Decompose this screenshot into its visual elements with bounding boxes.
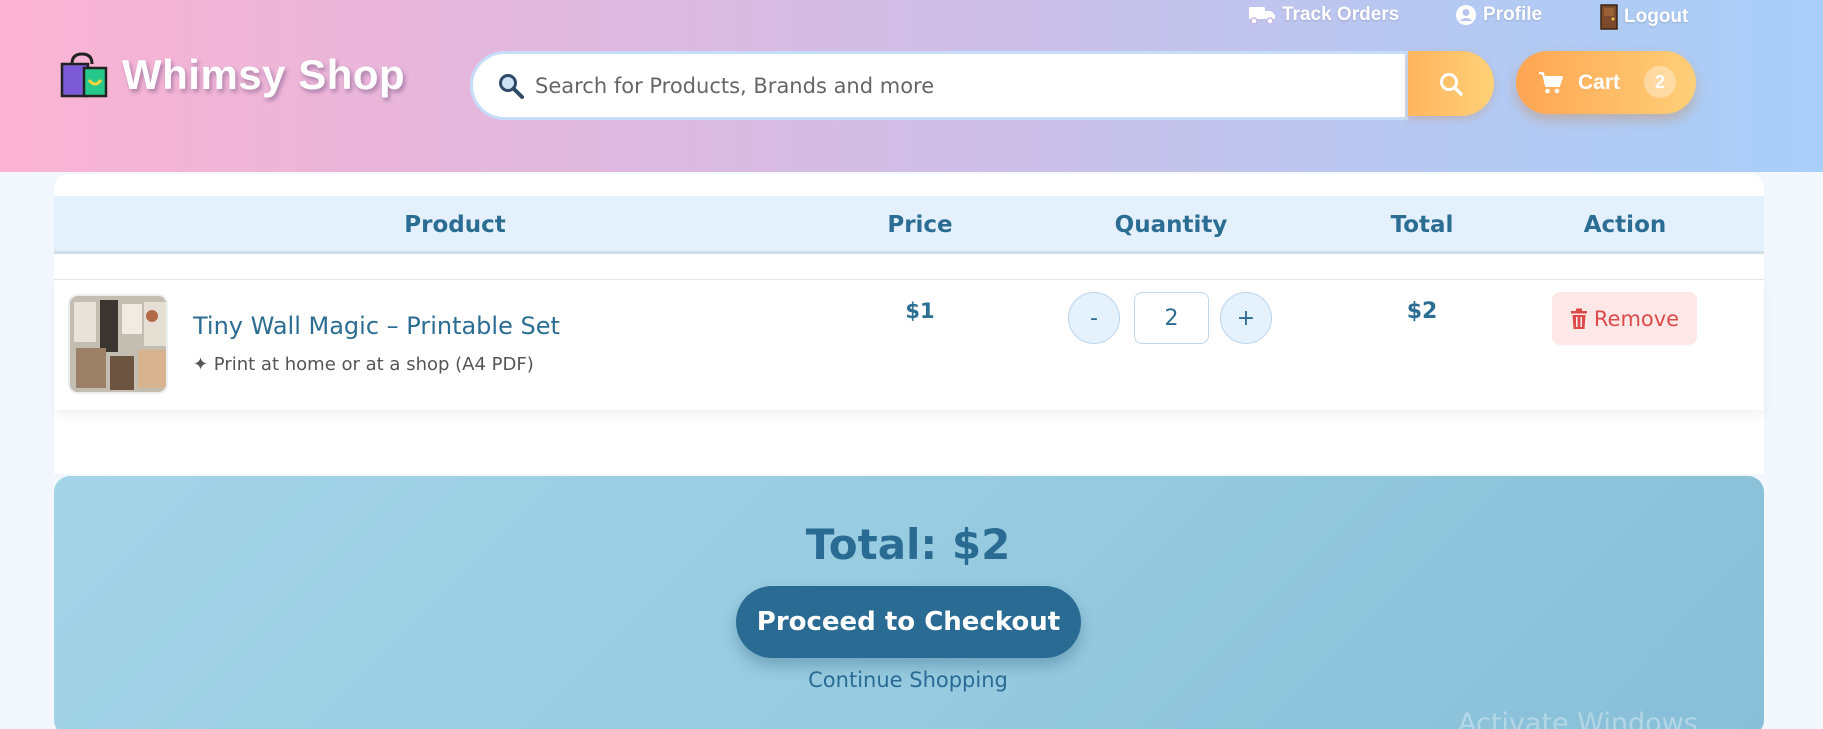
row-total: $2 bbox=[1406, 299, 1438, 324]
shopping-bag-icon bbox=[60, 52, 108, 98]
quantity-input[interactable] bbox=[1134, 292, 1209, 344]
activate-windows-watermark: Activate Windows bbox=[1458, 708, 1698, 729]
column-header-quantity: Quantity bbox=[1114, 212, 1228, 238]
search-input[interactable] bbox=[535, 73, 1355, 98]
search-bar bbox=[470, 51, 1408, 120]
track-orders-label: Track Orders bbox=[1282, 4, 1400, 25]
search-icon bbox=[499, 73, 524, 99]
column-header-total: Total bbox=[1390, 212, 1454, 238]
grand-total: Total: $2 bbox=[805, 520, 1011, 569]
product-name-link[interactable]: Tiny Wall Magic – Printable Set bbox=[193, 312, 560, 340]
site-header: Whimsy Shop Track Orders Profile Logout … bbox=[0, 0, 1823, 172]
column-header-product: Product bbox=[404, 212, 506, 238]
column-header-price: Price bbox=[887, 212, 953, 238]
shopping-cart-icon bbox=[1539, 71, 1563, 93]
logo[interactable]: Whimsy Shop bbox=[58, 50, 405, 100]
product-image bbox=[70, 296, 166, 392]
track-orders-link[interactable]: Track Orders bbox=[1248, 4, 1399, 26]
product-subtitle: ✦ Print at home or at a shop (A4 PDF) bbox=[193, 354, 534, 375]
product-thumbnail[interactable] bbox=[68, 294, 168, 394]
continue-shopping-link[interactable]: Continue Shopping bbox=[808, 668, 1008, 692]
cart-label: Cart bbox=[1578, 70, 1621, 94]
remove-label: Remove bbox=[1593, 306, 1680, 331]
column-header-action: Action bbox=[1583, 212, 1667, 238]
remove-button[interactable]: Remove bbox=[1552, 292, 1697, 345]
product-price: $1 bbox=[905, 299, 935, 323]
cart-button[interactable]: Cart 2 bbox=[1516, 51, 1696, 114]
logout-label: Logout bbox=[1624, 6, 1689, 27]
logout-link[interactable]: Logout bbox=[1600, 4, 1688, 30]
cart-table-header: Product Price Quantity Total Action bbox=[54, 196, 1764, 254]
door-icon bbox=[1600, 4, 1618, 30]
order-summary: Total: $2 Proceed to Checkout Continue S… bbox=[54, 476, 1764, 729]
profile-label: Profile bbox=[1483, 4, 1543, 25]
truck-icon bbox=[1249, 7, 1275, 25]
search-button[interactable] bbox=[1408, 51, 1494, 116]
magnifier-icon bbox=[1440, 72, 1463, 96]
checkout-button[interactable]: Proceed to Checkout bbox=[736, 586, 1081, 658]
profile-link[interactable]: Profile bbox=[1455, 4, 1542, 26]
brand-name: Whimsy Shop bbox=[122, 51, 406, 98]
user-circle-icon bbox=[1456, 5, 1476, 25]
cart-count-badge: 2 bbox=[1644, 66, 1676, 98]
quantity-increase-button[interactable]: + bbox=[1220, 292, 1272, 344]
table-row: Tiny Wall Magic – Printable Set ✦ Print … bbox=[54, 280, 1764, 410]
quantity-decrease-button[interactable]: - bbox=[1068, 292, 1120, 344]
trash-icon bbox=[1570, 308, 1587, 329]
